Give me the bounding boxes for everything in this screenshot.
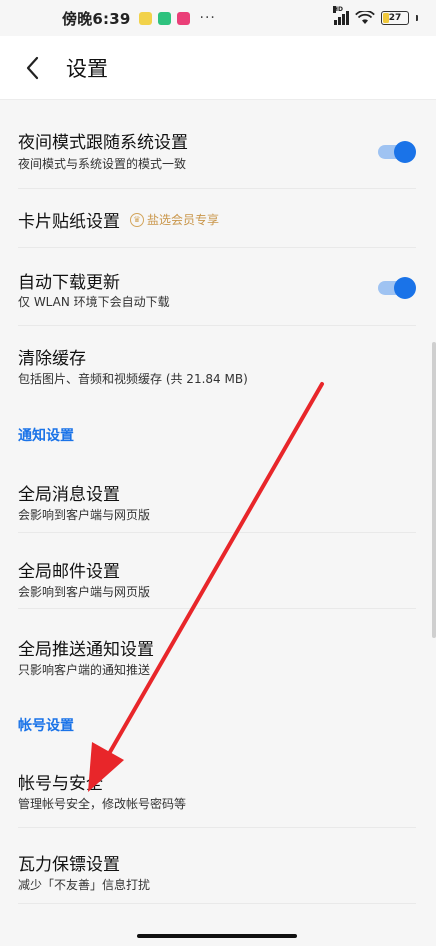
section-title-account: 帐号设置 <box>18 718 74 734</box>
vip-badge: ♛ 盐选会员专享 <box>130 211 219 228</box>
setting-wali-guard[interactable]: 瓦力保镖设置 减少「不友善」信息打扰 <box>0 828 436 903</box>
setting-title: 全局邮件设置 <box>18 562 120 582</box>
notification-icons <box>138 11 190 25</box>
setting-title-row: 卡片贴纸设置 ♛ 盐选会员专享 <box>18 207 219 232</box>
night-mode-toggle[interactable] <box>378 141 416 163</box>
wifi-icon <box>355 11 375 24</box>
setting-title: 自动下载更新 <box>18 273 120 293</box>
setting-global-mail[interactable]: 全局邮件设置 会影响到客户端与网页版 <box>0 533 436 608</box>
divider <box>18 903 416 904</box>
setting-subtitle: 仅 WLAN 环境下会自动下载 <box>18 295 170 309</box>
section-title-notification: 通知设置 <box>18 428 74 444</box>
vip-badge-label: 盐选会员专享 <box>147 213 220 227</box>
signal-icon: HD <box>333 6 349 25</box>
setting-account-security[interactable]: 帐号与安全 管理帐号安全，修改帐号密码等 <box>0 755 436 827</box>
back-button[interactable] <box>8 43 58 93</box>
battery-level: 27 <box>388 13 402 23</box>
setting-subtitle: 会影响到客户端与网页版 <box>18 585 151 599</box>
setting-clear-cache[interactable]: 清除缓存 包括图片、音频和视频缓存 (共 21.84 MB) <box>0 326 436 396</box>
setting-title: 全局消息设置 <box>18 485 120 505</box>
setting-subtitle: 只影响客户端的通知推送 <box>18 663 151 677</box>
app-header: 设置 <box>0 36 436 100</box>
network-label: HD <box>333 6 344 13</box>
home-indicator[interactable] <box>137 934 297 938</box>
status-time: 傍晚6:39 <box>62 9 131 28</box>
setting-subtitle: 包括图片、音频和视频缓存 (共 21.84 MB) <box>18 372 248 386</box>
shield-app-icon <box>157 11 171 25</box>
settings-list: 夜间模式跟随系统设置 夜间模式与系统设置的模式一致 卡片贴纸设置 ♛ 盐选会员专… <box>0 100 436 926</box>
setting-card-sticker[interactable]: 卡片贴纸设置 ♛ 盐选会员专享 <box>0 189 436 247</box>
page-title: 设置 <box>66 56 108 81</box>
setting-night-mode[interactable]: 夜间模式跟随系统设置 夜间模式与系统设置的模式一致 <box>0 120 436 188</box>
status-right: HD 27 <box>333 6 418 25</box>
setting-global-push[interactable]: 全局推送通知设置 只影响客户端的通知推送 <box>0 609 436 687</box>
app-notification-icon <box>138 11 152 25</box>
setting-subtitle: 会影响到客户端与网页版 <box>18 508 151 522</box>
setting-title: 清除缓存 <box>18 349 86 369</box>
setting-title: 卡片贴纸设置 <box>18 212 120 232</box>
setting-global-message[interactable]: 全局消息设置 会影响到客户端与网页版 <box>0 462 436 532</box>
crown-icon: ♛ <box>130 212 144 227</box>
more-notifications-icon: ··· <box>199 10 216 26</box>
setting-title: 夜间模式跟随系统设置 <box>18 133 188 153</box>
battery-icon: 27 <box>381 11 409 25</box>
setting-title: 瓦力保镖设置 <box>18 855 120 875</box>
auto-update-toggle[interactable] <box>378 277 416 299</box>
app-badge-icon <box>176 11 190 25</box>
chevron-left-icon <box>26 56 39 79</box>
status-bar: 傍晚6:39 ··· HD 27 <box>0 0 436 36</box>
setting-subtitle: 夜间模式与系统设置的模式一致 <box>18 157 187 171</box>
battery-cap <box>416 15 418 21</box>
toggle-knob <box>394 141 416 163</box>
toggle-knob <box>394 277 416 299</box>
setting-auto-update[interactable]: 自动下载更新 仅 WLAN 环境下会自动下载 <box>0 248 436 325</box>
setting-subtitle: 管理帐号安全，修改帐号密码等 <box>18 797 187 811</box>
setting-subtitle: 减少「不友善」信息打扰 <box>18 878 151 892</box>
scrollbar[interactable] <box>432 342 436 638</box>
setting-title: 全局推送通知设置 <box>18 640 154 660</box>
setting-title: 帐号与安全 <box>18 774 103 794</box>
